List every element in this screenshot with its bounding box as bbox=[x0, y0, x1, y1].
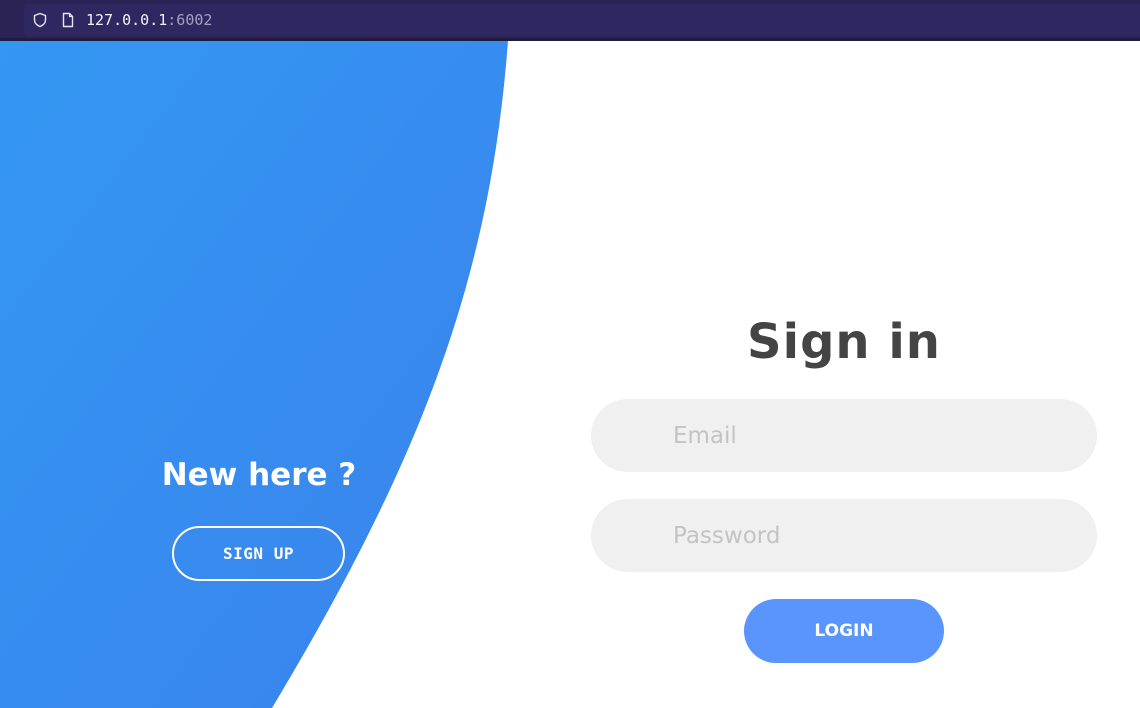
sign-in-title: Sign in bbox=[747, 314, 941, 370]
email-input[interactable] bbox=[673, 399, 1073, 472]
shield-icon[interactable] bbox=[32, 12, 48, 28]
password-field[interactable] bbox=[591, 499, 1097, 572]
sign-up-button[interactable]: SIGN UP bbox=[172, 526, 345, 581]
page-icon bbox=[62, 12, 74, 28]
login-button[interactable]: LOGIN bbox=[744, 599, 944, 663]
browser-toolbar: 127.0.0.1:6002 bbox=[0, 0, 1140, 41]
sign-in-form: Sign in LOGIN bbox=[591, 41, 1097, 708]
url-host: 127.0.0.1 bbox=[86, 11, 168, 29]
new-here-heading: New here ? bbox=[161, 457, 357, 493]
url-port: :6002 bbox=[167, 11, 213, 29]
url-text[interactable]: 127.0.0.1:6002 bbox=[86, 10, 212, 30]
password-input[interactable] bbox=[673, 499, 1073, 572]
email-field[interactable] bbox=[591, 399, 1097, 472]
page-content: New here ? SIGN UP Sign in LOGIN bbox=[0, 41, 1140, 708]
